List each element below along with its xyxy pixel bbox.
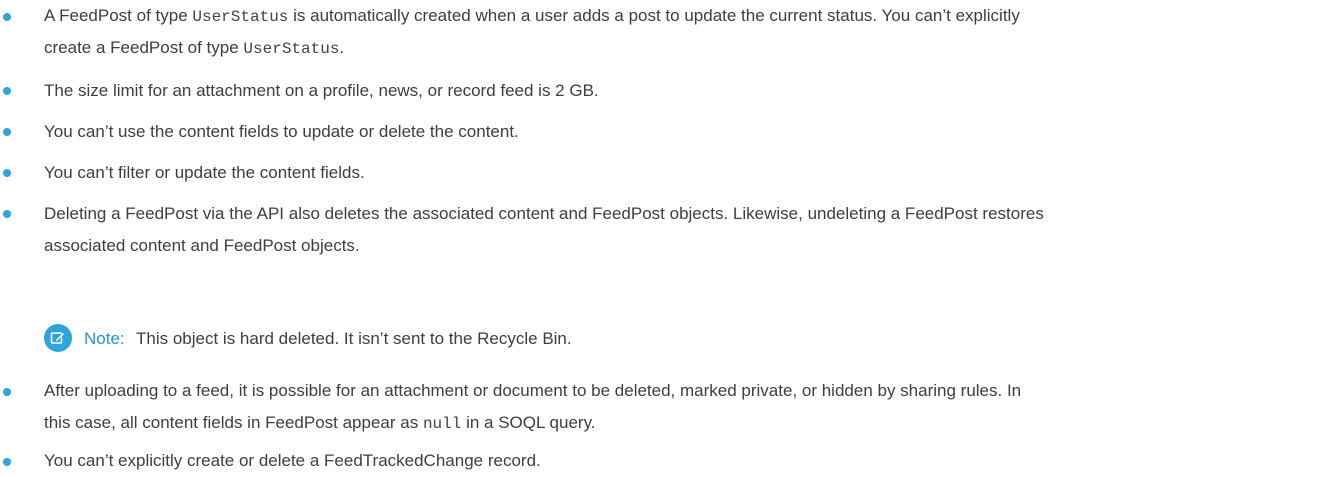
code-null: null [422, 415, 462, 433]
bullet-dot [3, 169, 11, 177]
text-segment: create a FeedPost of type [44, 38, 244, 57]
list-item-text: You can’t explicitly create or delete a … [44, 451, 541, 470]
list-item-text: A FeedPost of type UserStatus is automat… [44, 0, 1312, 33]
bullet-dot [3, 210, 11, 218]
note-text: This object is hard deleted. It isn’t se… [136, 329, 572, 348]
bullet-dot [3, 128, 11, 136]
bullet-dot [3, 13, 11, 21]
list-item-text: You can’t use the content fields to upda… [44, 122, 519, 141]
bullet-dot [3, 87, 11, 95]
note-callout: Note: This object is hard deleted. It is… [44, 324, 1044, 354]
text-segment: this case, all content fields in FeedPos… [44, 413, 423, 432]
list-item-text: this case, all content fields in FeedPos… [44, 407, 1312, 440]
list-item-text: After uploading to a feed, it is possibl… [44, 381, 1022, 400]
list-item-text: Deleting a FeedPost via the API also del… [44, 204, 1044, 223]
bullet-dot [3, 388, 11, 396]
bullet-dot [3, 458, 11, 466]
text-segment: in a SOQL query. [461, 413, 596, 432]
code-userstatus: UserStatus [192, 8, 289, 26]
text-segment: . [339, 38, 345, 57]
list-item-text: create a FeedPost of type UserStatus. [44, 32, 1312, 65]
text-segment: is automatically created when a user add… [288, 6, 1020, 25]
list-item-text: associated content and FeedPost objects. [44, 236, 360, 255]
text-segment: A FeedPost of type [44, 6, 193, 25]
list-item-text: The size limit for an attachment on a pr… [44, 81, 599, 100]
edit-note-icon [44, 324, 72, 352]
list-item-text: You can’t filter or update the content f… [44, 163, 365, 182]
code-userstatus: UserStatus [243, 40, 340, 58]
note-label: Note: [84, 329, 125, 348]
